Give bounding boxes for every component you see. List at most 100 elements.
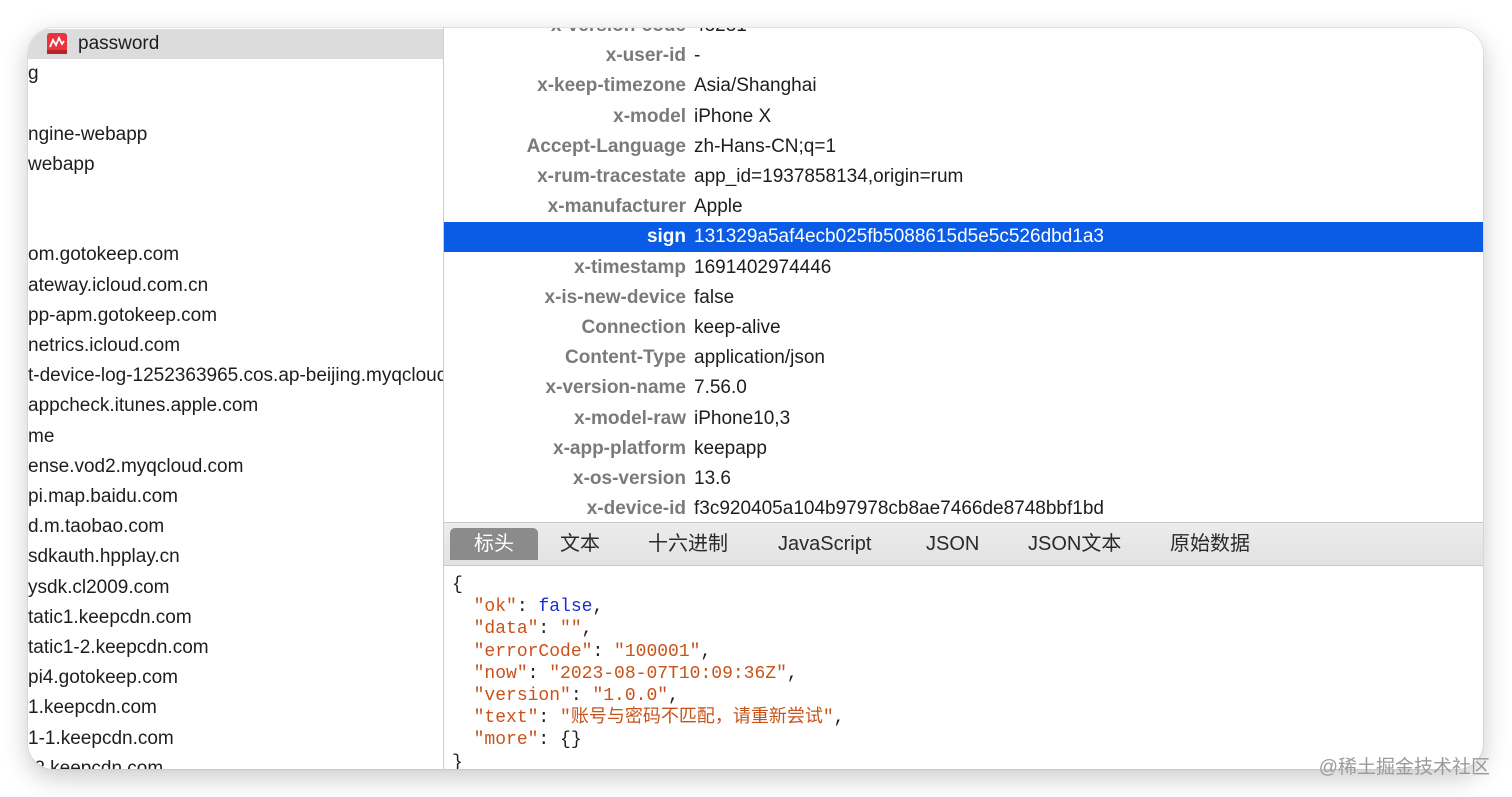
- header-row[interactable]: x-version-name 7.56.0: [444, 373, 1483, 403]
- json-key: "ok": [473, 597, 517, 618]
- json-key: "errorCode": [473, 641, 593, 662]
- header-row[interactable]: x-version-code 43231: [444, 28, 1483, 41]
- header-value: app_id=1937858134,origin=rum: [694, 166, 964, 187]
- host-item[interactable]: [28, 210, 443, 240]
- header-key: Connection: [581, 317, 687, 338]
- json-key: "now": [473, 663, 528, 684]
- host-item[interactable]: -2.keepcdn.com: [28, 754, 443, 769]
- header-row[interactable]: x-device-id f3c920405a104b97978cb8ae7466d…: [444, 494, 1483, 522]
- tab-3[interactable]: JavaScript: [754, 528, 895, 560]
- host-item[interactable]: netrics.icloud.com: [28, 331, 443, 361]
- host-item[interactable]: ysdk.cl2009.com: [28, 573, 443, 603]
- host-item-selected[interactable]: password: [28, 29, 443, 59]
- host-label: ense.vod2.myqcloud.com: [28, 455, 244, 477]
- header-value: 7.56.0: [694, 377, 747, 399]
- password-icon: [47, 33, 67, 54]
- host-item[interactable]: [28, 89, 443, 119]
- header-key: x-model: [613, 105, 686, 127]
- host-item[interactable]: me: [28, 422, 443, 452]
- host-item[interactable]: tatic1-2.keepcdn.com: [28, 633, 443, 663]
- header-row[interactable]: x-os-version 13.6: [444, 464, 1483, 494]
- host-label: me: [28, 425, 55, 447]
- header-value: keep-alive: [694, 317, 781, 338]
- host-item[interactable]: [28, 180, 443, 210]
- tab-5[interactable]: JSON文本: [1004, 528, 1145, 560]
- json-line: "errorCode": "100001",: [452, 641, 712, 663]
- host-item[interactable]: ateway.icloud.com.cn: [28, 271, 443, 301]
- host-label: ateway.icloud.com.cn: [28, 274, 209, 296]
- header-value: 1691402974446: [694, 256, 832, 278]
- tab-6[interactable]: 原始数据: [1146, 528, 1274, 560]
- host-label: ngine-webapp: [28, 123, 148, 145]
- host-item[interactable]: pp-apm.gotokeep.com: [28, 301, 443, 331]
- header-value: 131329a5af4ecb025fb5088615d5e5c526dbd1a3: [694, 226, 1104, 248]
- host-item[interactable]: pi4.gotokeep.com: [28, 663, 443, 693]
- host-item[interactable]: ngine-webapp: [28, 120, 443, 150]
- tab-1[interactable]: 文本: [536, 528, 624, 560]
- header-key: x-user-id: [605, 45, 686, 67]
- header-row[interactable]: x-manufacturer Apple: [444, 192, 1483, 222]
- header-value: 43231: [694, 28, 747, 41]
- host-label: tatic1.keepcdn.com: [28, 606, 192, 628]
- host-item[interactable]: om.gotokeep.com: [28, 240, 443, 270]
- host-item[interactable]: appcheck.itunes.apple.com: [28, 391, 443, 421]
- header-row-selected[interactable]: sign 131329a5af4ecb025fb5088615d5e5c526db…: [444, 222, 1483, 253]
- header-row[interactable]: x-keep-timezone Asia/Shanghai: [444, 71, 1483, 101]
- header-value: -: [694, 45, 701, 67]
- json-line: "now": "2023-08-07T10:09:36Z",: [452, 663, 798, 685]
- header-row[interactable]: Accept-Language zh-Hans-CN;q=1: [444, 132, 1483, 162]
- header-key: x-device-id: [586, 498, 686, 520]
- host-item[interactable]: d.m.taobao.com: [28, 512, 443, 542]
- json-colon: :: [516, 597, 539, 618]
- host-label: -2.keepcdn.com: [28, 757, 164, 769]
- host-label: g: [28, 63, 39, 85]
- host-label: netrics.icloud.com: [28, 335, 181, 356]
- json-key: "text": [473, 708, 539, 729]
- header-key: x-rum-tracestate: [537, 166, 686, 187]
- host-item[interactable]: sdkauth.hpplay.cn: [28, 542, 443, 572]
- host-item[interactable]: ense.vod2.myqcloud.com: [28, 452, 443, 482]
- tab-0[interactable]: 标头: [450, 528, 538, 560]
- header-row[interactable]: x-timestamp 1691402974446: [444, 253, 1483, 283]
- host-label: d.m.taobao.com: [28, 516, 165, 538]
- host-label: tatic1-2.keepcdn.com: [28, 637, 209, 658]
- host-item[interactable]: g: [28, 59, 443, 89]
- host-item[interactable]: tatic1.keepcdn.com: [28, 603, 443, 633]
- host-item[interactable]: webapp: [28, 150, 443, 180]
- host-label: pi4.gotokeep.com: [28, 667, 178, 689]
- header-key: x-model-raw: [574, 407, 686, 429]
- host-label: t-device-log-1252363965.cos.ap-beijing.m…: [28, 365, 443, 387]
- json-comma: ,: [786, 663, 798, 684]
- header-row[interactable]: x-model iPhone X: [444, 102, 1483, 132]
- host-list[interactable]: password g ngine-webapp webapp om.gotokeep.…: [28, 28, 444, 769]
- json-key: "version": [473, 686, 571, 706]
- request-headers-table[interactable]: x-version-code43231x-user-id-x-keep-time…: [444, 28, 1483, 522]
- json-line: "more": {}: [452, 729, 582, 751]
- header-row[interactable]: Content-Type application/json: [444, 343, 1483, 373]
- host-item[interactable]: 1.keepcdn.com: [28, 693, 443, 723]
- header-value: iPhone10,3: [694, 407, 791, 429]
- header-row[interactable]: x-rum-tracestate app_id=1937858134,origin…: [444, 162, 1483, 192]
- json-key: "more": [473, 730, 539, 751]
- header-row[interactable]: x-user-id -: [444, 41, 1483, 71]
- header-row[interactable]: x-model-raw iPhone10,3: [444, 404, 1483, 434]
- header-row[interactable]: Connection keep-alive: [444, 313, 1483, 343]
- host-item[interactable]: 1-1.keepcdn.com: [28, 724, 443, 754]
- host-item[interactable]: pi.map.baidu.com: [28, 482, 443, 512]
- response-body-json[interactable]: { "ok": false, "data": "", "errorCode": …: [444, 566, 1483, 769]
- header-value: Asia/Shanghai: [694, 75, 817, 97]
- host-label: ysdk.cl2009.com: [28, 576, 170, 598]
- watermark: @稀土掘金技术社区: [1318, 757, 1490, 778]
- json-line: {: [452, 574, 463, 596]
- header-key: sign: [646, 226, 686, 248]
- json-comma: ,: [668, 686, 679, 706]
- tab-4[interactable]: JSON: [902, 528, 1003, 560]
- header-row[interactable]: x-app-platform keepapp: [444, 434, 1483, 464]
- header-value: 13.6: [694, 468, 731, 489]
- host-item[interactable]: t-device-log-1252363965.cos.ap-beijing.m…: [28, 361, 443, 391]
- tab-2[interactable]: 十六进制: [624, 528, 752, 560]
- header-row[interactable]: x-is-new-device false: [444, 283, 1483, 313]
